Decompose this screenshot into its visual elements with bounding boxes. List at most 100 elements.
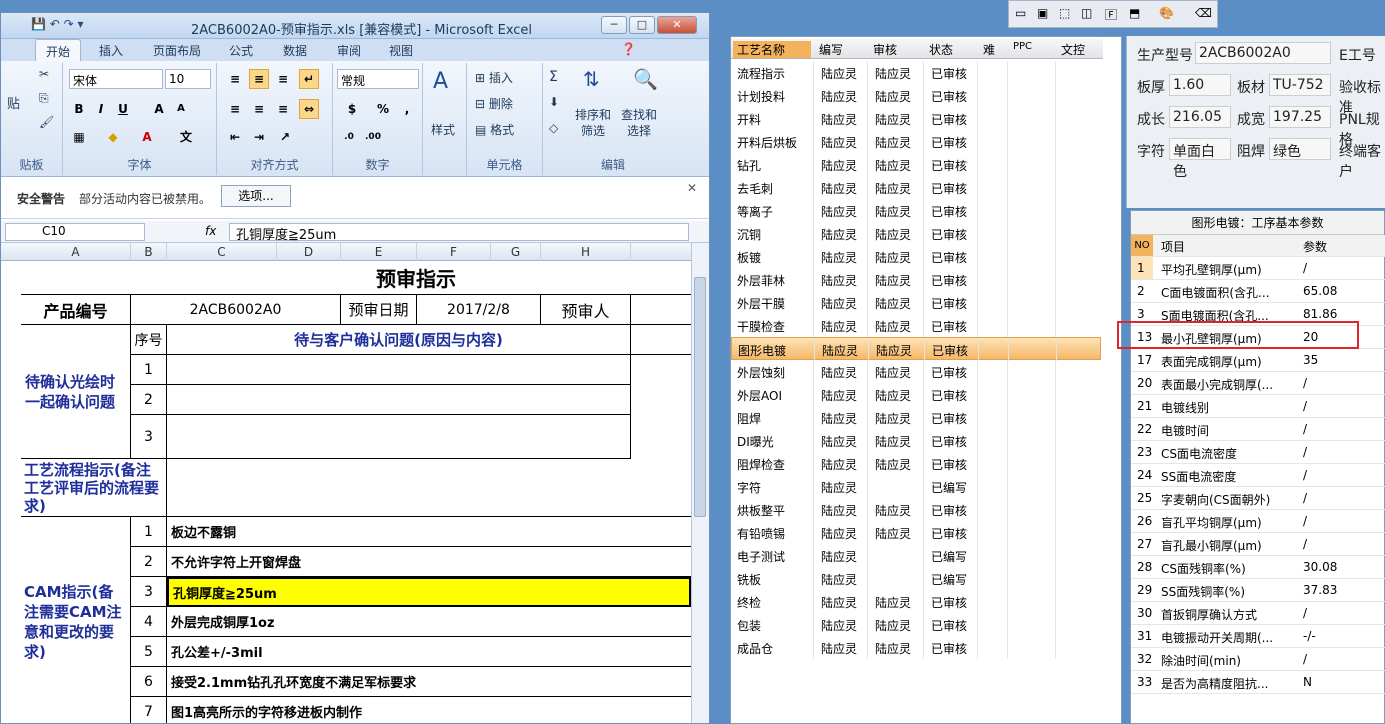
tab-data[interactable]: 数据 [283,42,307,59]
comma-icon[interactable]: , [397,99,417,119]
header-doc-control[interactable]: 文控 [1061,41,1085,58]
insert-cells-button[interactable]: ⊞ 插入 [475,69,513,86]
process-row[interactable]: 电子测试 陆应灵 已编写 [731,544,1103,567]
process-row[interactable]: 干膜检查 陆应灵 陆应灵 已审核 [731,314,1103,337]
param-row[interactable]: 32 除油时间(min) / [1131,648,1385,671]
process-row[interactable]: 外层菲林 陆应灵 陆应灵 已审核 [731,268,1103,291]
currency-icon[interactable]: $ [339,99,365,119]
param-row[interactable]: 17 表面完成铜厚(μm) 35 [1131,349,1385,372]
param-row[interactable]: 2 C面电镀面积(含孔... 65.08 [1131,280,1385,303]
param-row[interactable]: 26 盲孔平均铜厚(μm) / [1131,510,1385,533]
process-row[interactable]: DI曝光 陆应灵 陆应灵 已审核 [731,429,1103,452]
wrap-text-icon[interactable]: ↵ [299,69,319,89]
process-row[interactable]: 钻孔 陆应灵 陆应灵 已审核 [731,153,1103,176]
palette-icon[interactable]: 🎨 [1159,6,1174,20]
process-row[interactable]: 字符 陆应灵 已编写 [731,475,1103,498]
col-header-e[interactable]: E [341,243,417,261]
eraser-icon[interactable]: ⌫ [1195,6,1212,20]
param-row[interactable]: 29 SS面残铜率(%) 37.83 [1131,579,1385,602]
worksheet[interactable]: 预审指示 产品编号 2ACB6002A0 预审日期 2017/2/8 预审人 待… [1,261,691,723]
process-row[interactable]: 流程指示 陆应灵 陆应灵 已审核 [731,61,1103,84]
char-field[interactable]: 单面白色 [1169,138,1231,180]
window-icon[interactable]: ▭ [1015,6,1026,20]
border-icon[interactable]: ▦ [69,127,89,147]
decrease-indent-icon[interactable]: ⇤ [225,127,245,147]
delete-cells-button[interactable]: ⊟ 删除 [475,95,513,112]
save-icon[interactable]: ⬒ [1129,6,1140,20]
process-row[interactable]: 铣板 陆应灵 已编写 [731,567,1103,590]
merge-center-icon[interactable]: ⇔ [299,99,319,119]
param-row[interactable]: 28 CS面残铜率(%) 30.08 [1131,556,1385,579]
review-date-value[interactable]: 2017/2/8 [417,295,541,325]
cam-row-text[interactable]: 不允许字符上开窗焊盘 [167,547,691,577]
align-right-icon[interactable]: ≡ [273,99,293,119]
tab-insert[interactable]: 插入 [99,42,123,59]
sort-filter-icon[interactable]: ⇅ [583,67,600,91]
cam-row-text[interactable]: 孔公差+/-3mil [167,637,691,667]
cut-icon[interactable]: ✂ [39,67,49,81]
font-color-icon[interactable]: A [137,127,157,147]
header-reviewer[interactable]: 审核 [873,41,897,58]
col-header-g[interactable]: G [491,243,541,261]
param-row[interactable]: 31 电镀振动开关周期(... -/- [1131,625,1385,648]
tab-review[interactable]: 审阅 [337,42,361,59]
tab-home[interactable]: 开始 [35,39,82,62]
header-writer[interactable]: 编写 [819,41,843,58]
reviewer-value[interactable] [631,295,691,325]
process-row[interactable]: 外层AOI 陆应灵 陆应灵 已审核 [731,383,1103,406]
header-ppc[interactable]: PPC [1013,41,1032,52]
pending-row-content[interactable] [167,355,631,385]
process-row[interactable]: 有铅喷锡 陆应灵 陆应灵 已审核 [731,521,1103,544]
fill-color-icon[interactable]: ◆ [103,127,123,147]
italic-button[interactable]: I [91,99,111,119]
cam-row-text[interactable]: 图1高亮所示的字符移进板内制作 [167,697,691,723]
find-select-button[interactable]: 查找和 选择 [621,107,657,139]
process-content[interactable] [167,459,691,517]
region-icon[interactable]: ◫ [1081,6,1092,20]
styles-icon[interactable]: A [433,69,448,94]
length-field[interactable]: 216.05 [1169,106,1231,128]
cam-row-text-selected[interactable]: 孔铜厚度≧25um [167,577,691,607]
process-row[interactable]: 开料后烘板 陆应灵 陆应灵 已审核 [731,130,1103,153]
fill-icon[interactable]: ⬇ [549,95,559,109]
param-row[interactable]: 21 电镀线别 / [1131,395,1385,418]
decrease-decimal-icon[interactable]: .00 [363,127,383,147]
process-row[interactable]: 等离子 陆应灵 陆应灵 已审核 [731,199,1103,222]
param-row[interactable]: 33 是否为高精度阻抗... N [1131,671,1385,694]
col-header-a[interactable]: A [21,243,131,261]
underline-button[interactable]: U [113,99,133,119]
cam-row-text[interactable]: 外层完成铜厚1oz [167,607,691,637]
grow-font-button[interactable]: A [149,99,169,119]
col-header-h[interactable]: H [541,243,631,261]
process-row[interactable]: 开料 陆应灵 陆应灵 已审核 [731,107,1103,130]
close-button[interactable]: ✕ [657,16,697,34]
format-painter-icon[interactable]: 🖌 [39,115,54,129]
file-icon[interactable]: 🄵 [1105,6,1117,23]
param-row[interactable]: 25 字麦朝向(CS面朝外) / [1131,487,1385,510]
scroll-thumb[interactable] [694,277,706,517]
bold-button[interactable]: B [69,99,89,119]
tab-view[interactable]: 视图 [389,42,413,59]
param-row[interactable]: 1 平均孔壁铜厚(μm) / [1131,257,1385,280]
tab-formulas[interactable]: 公式 [229,42,253,59]
align-center-icon[interactable]: ≡ [249,99,269,119]
process-row[interactable]: 外层蚀刻 陆应灵 陆应灵 已审核 [731,360,1103,383]
formula-input[interactable]: 孔铜厚度≧25um [229,223,689,243]
orientation-icon[interactable]: ↗ [275,127,295,147]
process-row[interactable]: 成品仓 陆应灵 陆应灵 已审核 [731,636,1103,659]
percent-icon[interactable]: % [373,99,393,119]
fx-icon[interactable]: fx [205,224,216,238]
align-top-icon[interactable]: ≡ [225,69,245,89]
align-middle-icon[interactable]: ≡ [249,69,269,89]
process-row[interactable]: 外层干膜 陆应灵 陆应灵 已审核 [731,291,1103,314]
process-row[interactable]: 计划投料 陆应灵 陆应灵 已审核 [731,84,1103,107]
pending-row-content[interactable] [167,385,631,415]
header-difficulty[interactable]: 难 [983,41,995,58]
security-options-button[interactable]: 选项... [221,185,291,207]
quick-access-toolbar[interactable]: 💾 ↶ ↷ ▾ [31,17,84,31]
mask-field[interactable]: 绿色 [1269,138,1331,160]
name-box[interactable]: C10 [5,223,145,241]
tab-page-layout[interactable]: 页面布局 [153,42,201,59]
process-row[interactable]: 烘板整平 陆应灵 陆应灵 已审核 [731,498,1103,521]
close-security-icon[interactable]: ✕ [687,181,697,195]
